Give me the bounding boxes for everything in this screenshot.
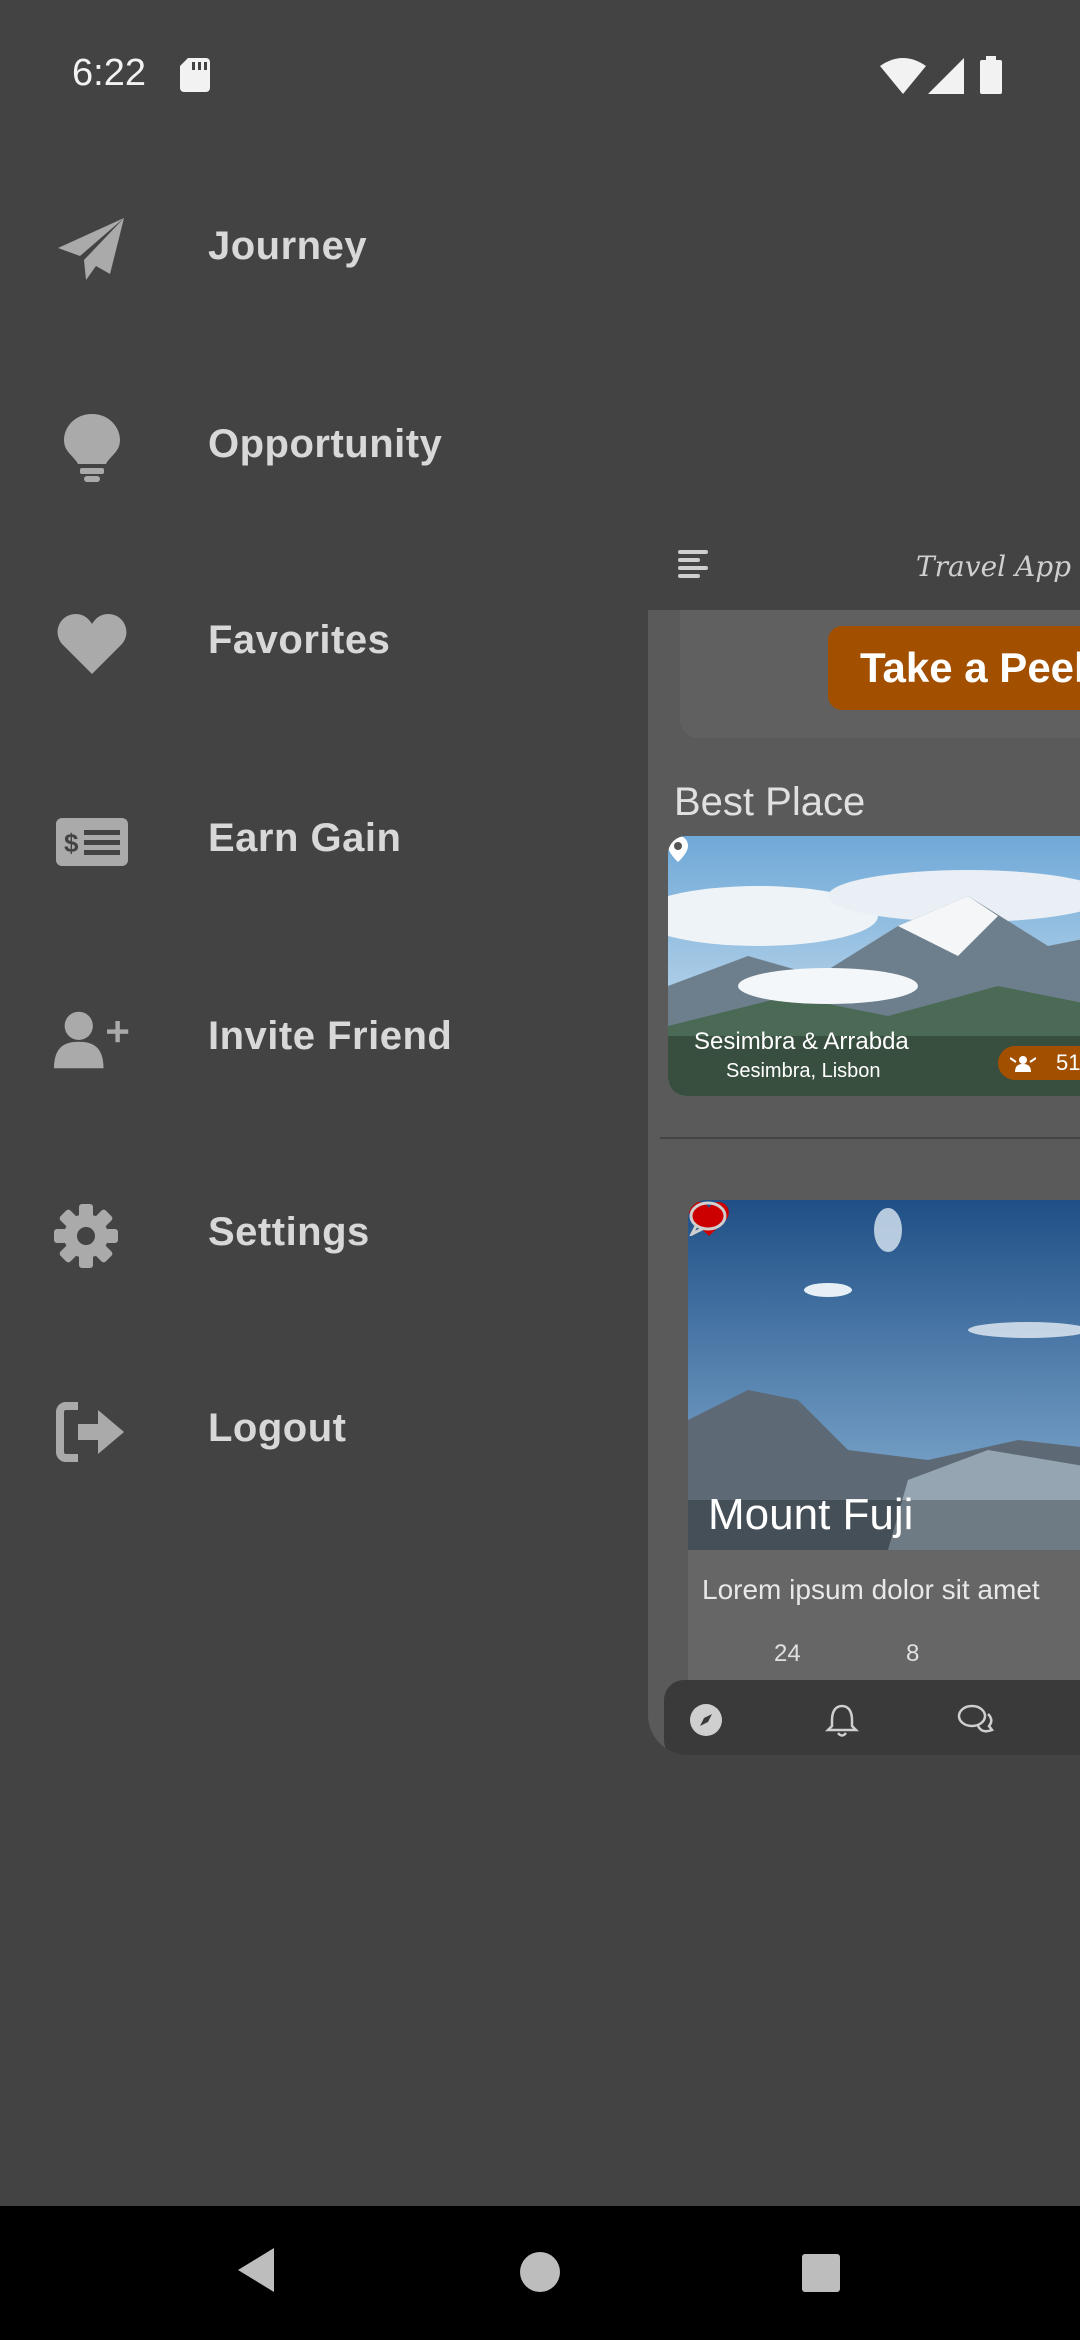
drawer-item-logout[interactable]: Logout (0, 1366, 620, 1486)
user-plus-icon (54, 1011, 129, 1069)
system-navigation-bar (0, 2206, 1080, 2340)
drawer-item-label: Journey (208, 224, 368, 268)
drawer-item-label: Settings (208, 1210, 370, 1254)
battery-icon (980, 56, 1002, 94)
bell-icon[interactable] (822, 1700, 862, 1740)
drawer-item-earn-gain[interactable]: $ Earn Gain (0, 776, 620, 896)
drawer-item-label: Earn Gain (208, 816, 402, 860)
drawer-item-label: Opportunity (208, 422, 443, 466)
divider (660, 1137, 1080, 1139)
back-icon[interactable] (236, 2246, 276, 2294)
app-body: Take a Peek → Best Place Sesimbra & Arra… (648, 610, 1080, 1755)
badge-count: 51 (1056, 1050, 1080, 1075)
take-a-peek-button[interactable]: Take a Peek → (828, 626, 1080, 710)
comment-count: 8 (906, 1640, 920, 1667)
location-pin-icon (668, 836, 688, 862)
peek-card: Take a Peek → (680, 610, 1080, 738)
menu-icon[interactable] (676, 546, 714, 582)
drawer-item-label: Favorites (208, 618, 391, 662)
status-time: 6:22 (72, 52, 146, 94)
signal-icon (928, 58, 964, 94)
home-icon[interactable] (518, 2250, 562, 2294)
post-card[interactable]: Mount Fuji Lorem ipsum dolor sit amet 24… (688, 1200, 1080, 1755)
status-bar: 6:22 (0, 0, 1080, 150)
chat-icon[interactable] (956, 1700, 996, 1740)
logout-icon (56, 1402, 124, 1462)
drawer-item-invite-friend[interactable]: Invite Friend (0, 974, 620, 1094)
comment-icon[interactable] (688, 1200, 728, 1236)
sd-card-icon (180, 58, 210, 92)
popularity-badge: 51 (998, 1046, 1080, 1080)
best-place-name: Sesimbra & Arrabda (694, 1028, 909, 1055)
money-card-icon: $ (56, 818, 128, 866)
drawer-item-label: Invite Friend (208, 1014, 453, 1058)
svg-text:$: $ (64, 828, 79, 858)
app-title: Travel App (916, 550, 1072, 583)
wifi-icon (880, 58, 926, 94)
lightbulb-icon (64, 414, 120, 482)
like-count: 24 (774, 1640, 801, 1667)
drawer-item-opportunity[interactable]: Opportunity (0, 382, 620, 502)
compass-icon[interactable] (686, 1700, 726, 1740)
bottom-navigation (664, 1680, 1080, 1755)
app-content-preview[interactable]: Travel App Take a Peek → Best Place (648, 520, 1080, 1760)
drawer-item-journey[interactable]: Journey (0, 184, 620, 304)
gear-icon (54, 1204, 118, 1268)
app-bar: Travel App (648, 520, 1080, 610)
recents-icon[interactable] (800, 2252, 842, 2294)
best-place-location: Sesimbra, Lisbon (726, 1060, 881, 1082)
drawer-item-settings[interactable]: Settings (0, 1170, 620, 1290)
post-text: Lorem ipsum dolor sit amet (702, 1574, 1040, 1605)
post-title: Mount Fuji (708, 1490, 914, 1539)
section-title: Best Place (674, 780, 866, 824)
drawer-item-favorites[interactable]: Favorites (0, 578, 620, 698)
heart-icon (57, 614, 127, 674)
best-place-card[interactable]: Sesimbra & Arrabda Sesimbra, Lisbon 51 (668, 836, 1080, 1096)
crowd-icon (1010, 1056, 1036, 1072)
drawer-item-label: Logout (208, 1406, 347, 1450)
paper-plane-icon (58, 218, 124, 280)
